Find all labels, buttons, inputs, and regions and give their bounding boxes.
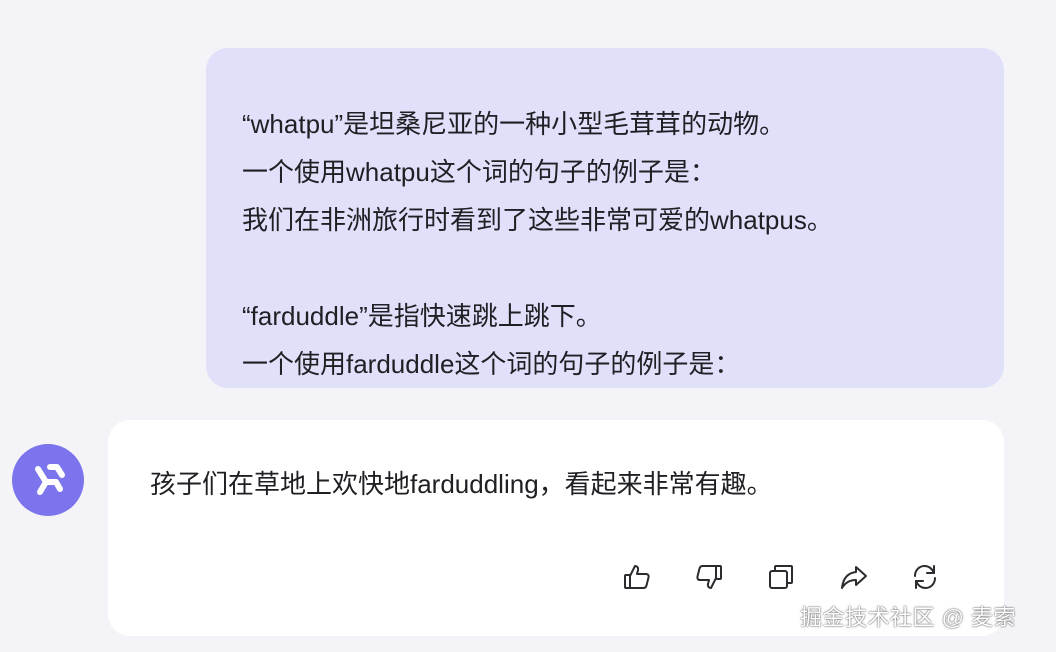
user-message-line: “farduddle”是指快速跳上跳下。 (242, 301, 602, 331)
share-button[interactable] (837, 560, 871, 594)
user-message-bubble: “whatpu”是坦桑尼亚的一种小型毛茸茸的动物。 一个使用whatpu这个词的… (206, 48, 1004, 388)
share-icon (841, 566, 867, 589)
copy-button[interactable] (764, 560, 798, 594)
like-button[interactable] (620, 560, 654, 594)
user-message-line: 我们在非洲旅行时看到了这些非常可爱的whatpus。 (242, 205, 833, 235)
assistant-avatar (12, 444, 84, 516)
dislike-button[interactable] (692, 560, 726, 594)
assistant-logo-icon (35, 464, 65, 495)
user-message-line: 一个使用whatpu这个词的句子的例子是： (242, 157, 716, 187)
thumbs-down-icon (696, 565, 722, 589)
assistant-message-text: 孩子们在草地上欢快地farduddling，看起来非常有趣。 (150, 469, 773, 499)
user-message-line: 一个使用farduddle这个词的句子的例子是： (242, 349, 741, 379)
watermark: 掘金技术社区 @ 麦索 (800, 605, 1017, 630)
copy-icon (769, 565, 793, 589)
regenerate-button[interactable] (908, 560, 942, 594)
regenerate-icon (914, 565, 936, 589)
user-message-line: “whatpu”是坦桑尼亚的一种小型毛茸茸的动物。 (242, 109, 786, 139)
thumbs-up-icon (624, 565, 650, 589)
